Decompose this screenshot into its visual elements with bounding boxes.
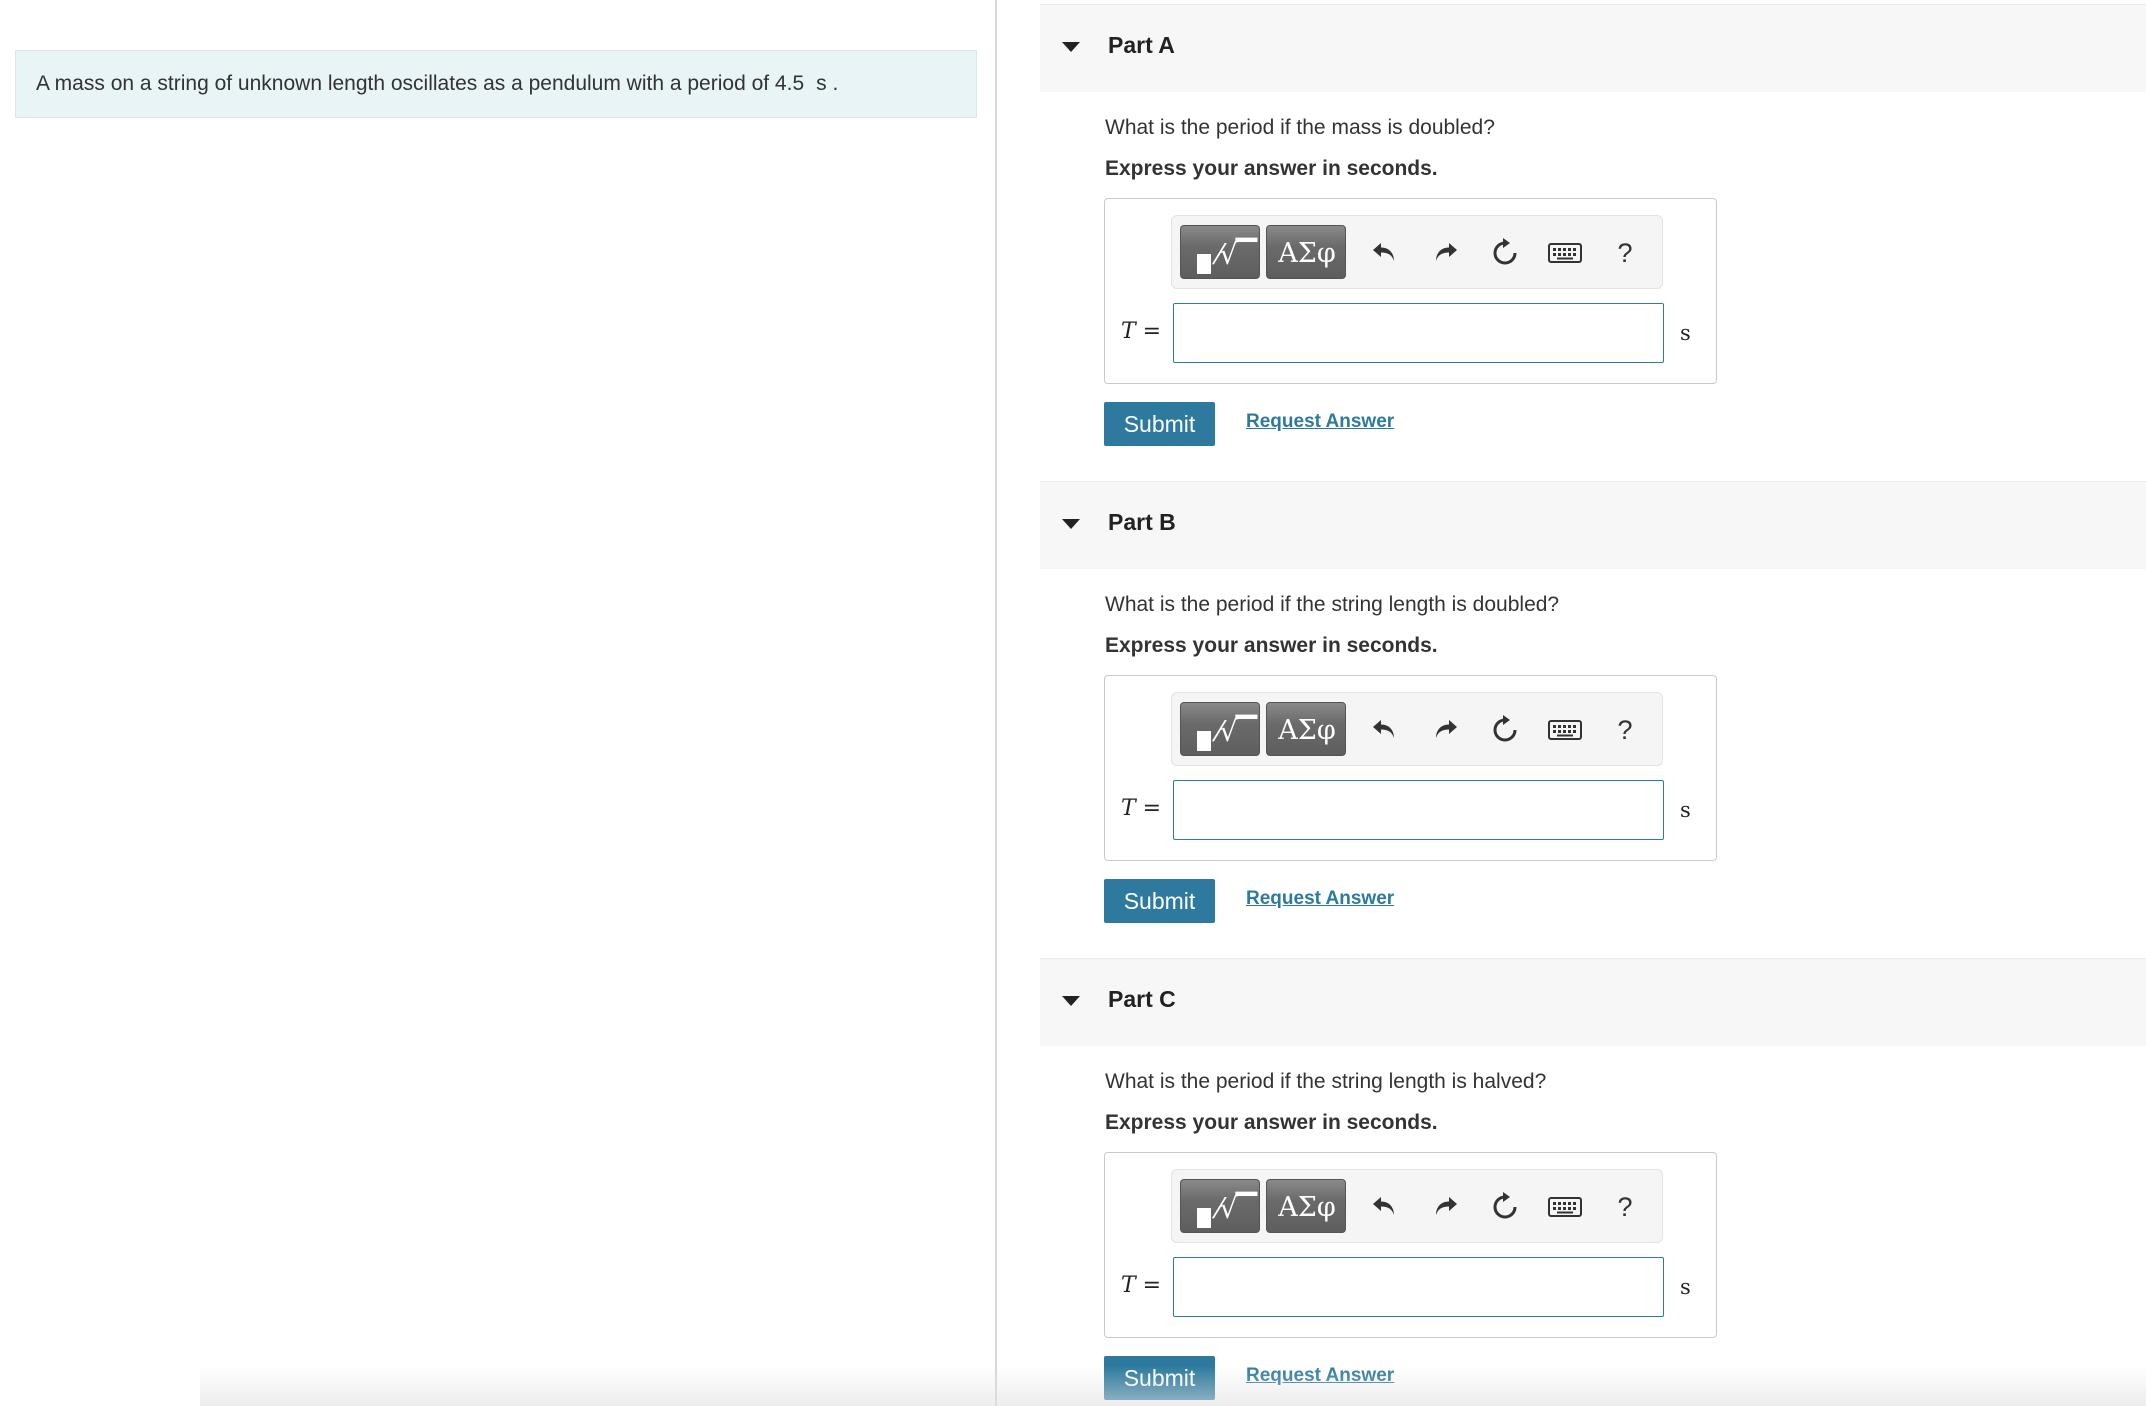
answer-instruction: Express your answer in seconds. (1105, 634, 1438, 657)
request-answer-link[interactable]: Request Answer (1246, 411, 1394, 433)
reset-icon[interactable] (1488, 713, 1522, 747)
reset-icon[interactable] (1488, 1190, 1522, 1224)
templates-button[interactable]: ⁄√▔ (1180, 1179, 1260, 1233)
unit-label: s (1680, 1275, 1691, 1299)
answer-box: ⁄√▔ ΑΣφ ? T = s (1104, 198, 1717, 384)
submit-button[interactable]: Submit (1104, 879, 1215, 923)
fraction-root-icon: ⁄√▔ (1217, 238, 1257, 271)
greek-symbols-button[interactable]: ΑΣφ (1266, 1179, 1346, 1233)
answer-box: ⁄√▔ ΑΣφ ? T = s (1104, 675, 1717, 861)
answer-input[interactable] (1173, 303, 1664, 363)
problem-statement: A mass on a string of unknown length osc… (15, 50, 977, 118)
part-header[interactable]: Part C (1040, 958, 2146, 1046)
part-header[interactable]: Part A (1040, 4, 2146, 92)
variable-label: T = (1121, 319, 1162, 344)
placeholder-square-icon (1197, 254, 1211, 274)
question-text: What is the period if the mass is double… (1105, 116, 1495, 139)
answer-input[interactable] (1173, 780, 1664, 840)
templates-button[interactable]: ⁄√▔ (1180, 702, 1260, 756)
parts-pane: Part A What is the period if the mass is… (1040, 0, 2146, 1406)
greek-symbols-label: ΑΣφ (1278, 1192, 1336, 1223)
reset-icon[interactable] (1488, 236, 1522, 270)
part-header[interactable]: Part B (1040, 481, 2146, 569)
problem-text: A mass on a string of unknown length osc… (36, 72, 805, 95)
greek-symbols-button[interactable]: ΑΣφ (1266, 225, 1346, 279)
keyboard-icon[interactable] (1548, 236, 1582, 270)
help-button[interactable]: ? (1608, 236, 1642, 270)
greek-symbols-label: ΑΣφ (1278, 238, 1336, 269)
help-button[interactable]: ? (1608, 713, 1642, 747)
undo-icon[interactable] (1368, 236, 1402, 270)
variable-label: T = (1121, 1273, 1162, 1298)
question-text: What is the period if the string length … (1105, 593, 1560, 616)
unit-label: s (1680, 798, 1691, 822)
greek-symbols-button[interactable]: ΑΣφ (1266, 702, 1346, 756)
answer-instruction: Express your answer in seconds. (1105, 1111, 1438, 1134)
keyboard-icon[interactable] (1548, 1190, 1582, 1224)
problem-pane: A mass on a string of unknown length osc… (0, 0, 997, 1406)
fraction-root-icon: ⁄√▔ (1217, 1192, 1257, 1225)
part-title: Part C (1108, 986, 1176, 1012)
undo-icon[interactable] (1368, 1190, 1402, 1224)
part-title: Part A (1108, 32, 1175, 58)
unit-label: s (1680, 321, 1691, 345)
undo-icon[interactable] (1368, 713, 1402, 747)
greek-symbols-label: ΑΣφ (1278, 715, 1336, 746)
math-toolbar: ⁄√▔ ΑΣφ ? (1171, 215, 1663, 289)
fraction-root-icon: ⁄√▔ (1217, 715, 1257, 748)
answer-input[interactable] (1173, 1257, 1664, 1317)
part-title: Part B (1108, 509, 1176, 535)
redo-icon[interactable] (1428, 236, 1462, 270)
answer-box: ⁄√▔ ΑΣφ ? T = s (1104, 1152, 1717, 1338)
request-answer-link[interactable]: Request Answer (1246, 1365, 1394, 1387)
redo-icon[interactable] (1428, 713, 1462, 747)
math-toolbar: ⁄√▔ ΑΣφ ? (1171, 692, 1663, 766)
placeholder-square-icon (1197, 1208, 1211, 1228)
submit-button[interactable]: Submit (1104, 402, 1215, 446)
answer-instruction: Express your answer in seconds. (1105, 157, 1438, 180)
redo-icon[interactable] (1428, 1190, 1462, 1224)
templates-button[interactable]: ⁄√▔ (1180, 225, 1260, 279)
math-toolbar: ⁄√▔ ΑΣφ ? (1171, 1169, 1663, 1243)
request-answer-link[interactable]: Request Answer (1246, 888, 1394, 910)
variable-label: T = (1121, 796, 1162, 821)
collapse-caret-icon[interactable] (1062, 519, 1080, 529)
page: A mass on a string of unknown length osc… (0, 0, 2146, 1406)
submit-button[interactable]: Submit (1104, 1356, 1215, 1400)
collapse-caret-icon[interactable] (1062, 42, 1080, 52)
help-button[interactable]: ? (1608, 1190, 1642, 1224)
keyboard-icon[interactable] (1548, 713, 1582, 747)
collapse-caret-icon[interactable] (1062, 996, 1080, 1006)
question-text: What is the period if the string length … (1105, 1070, 1547, 1093)
problem-unit: s . (816, 72, 839, 95)
placeholder-square-icon (1197, 731, 1211, 751)
